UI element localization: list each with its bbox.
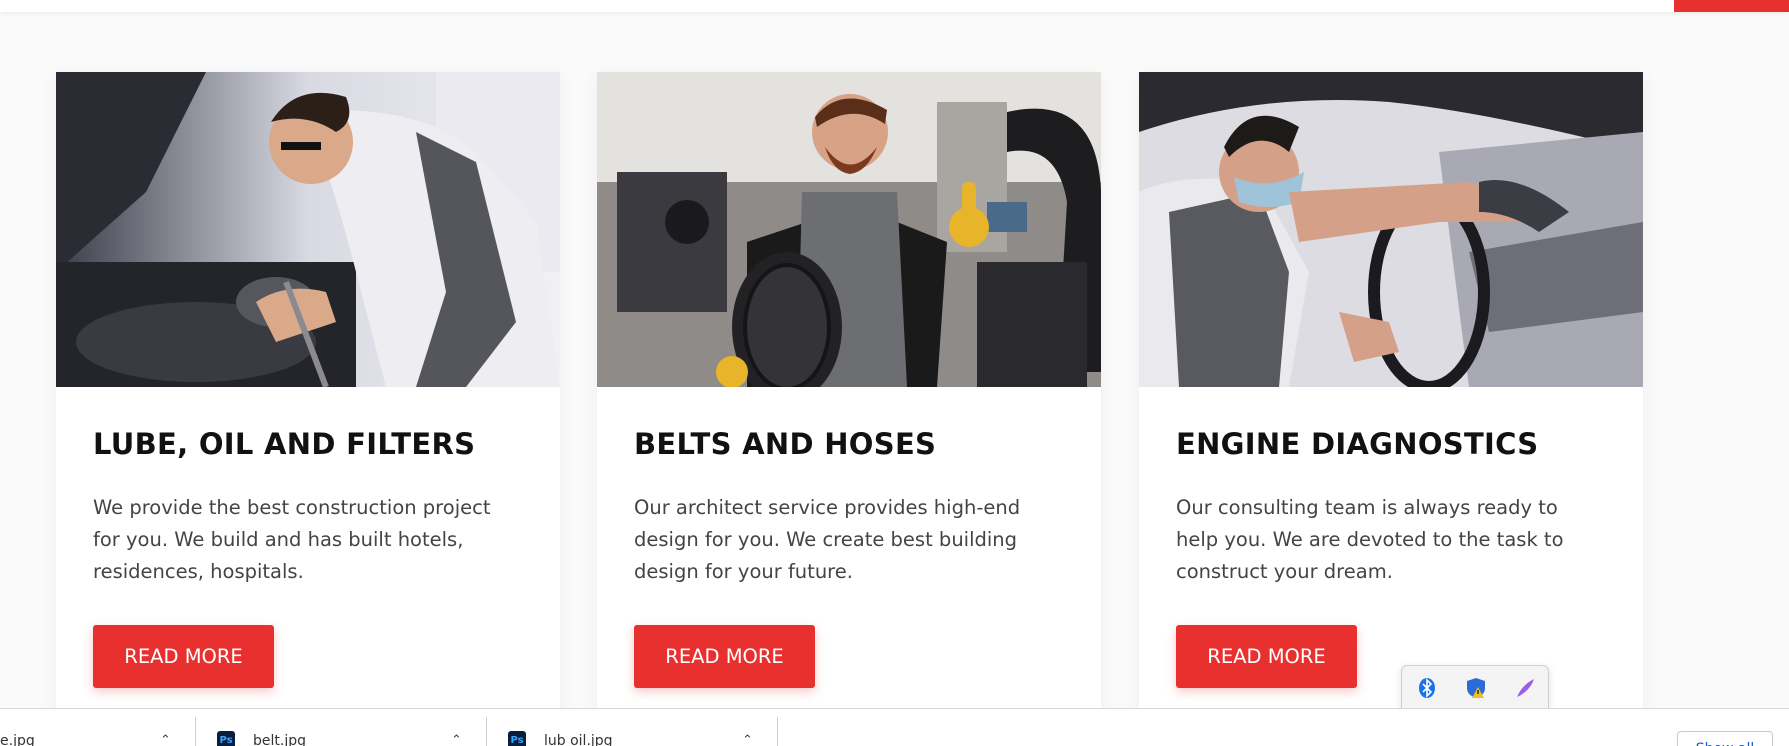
card-image-mechanic-engine xyxy=(56,72,560,387)
service-card-belts: BELTS AND HOSES Our architect service pr… xyxy=(597,72,1101,712)
chevron-up-icon[interactable]: ⌃ xyxy=(742,733,753,746)
security-shield-icon[interactable] xyxy=(1463,675,1489,701)
card-title: BELTS AND HOSES xyxy=(634,427,937,461)
download-item[interactable]: Ps lub oil.jpg xyxy=(508,709,613,746)
download-filename: belt.jpg xyxy=(253,733,306,746)
photoshop-file-icon: Ps xyxy=(508,731,526,746)
pen-feather-icon[interactable] xyxy=(1512,675,1538,701)
chevron-up-icon[interactable]: ⌃ xyxy=(160,733,171,746)
download-filename: e.jpg xyxy=(0,733,35,746)
card-image-mechanic-interior xyxy=(1139,72,1643,387)
divider xyxy=(195,717,196,746)
download-item[interactable]: Ps belt.jpg xyxy=(217,709,306,746)
card-image-mechanic-tire xyxy=(597,72,1101,387)
service-card-engine: ENGINE DIAGNOSTICS Our consulting team i… xyxy=(1139,72,1643,712)
header-red-button[interactable] xyxy=(1674,0,1789,12)
service-card-lube: LUBE, OIL AND FILTERS We provide the bes… xyxy=(56,72,560,712)
read-more-button[interactable]: READ MORE xyxy=(634,625,815,688)
read-more-button[interactable]: READ MORE xyxy=(1176,625,1357,688)
card-description: We provide the best construction project… xyxy=(93,496,491,583)
downloads-bar: e.jpg ⌃ Ps belt.jpg ⌃ Ps lub oil.jpg ⌃ S… xyxy=(0,708,1789,746)
card-title: LUBE, OIL AND FILTERS xyxy=(93,427,476,461)
divider xyxy=(777,717,778,746)
download-item[interactable]: e.jpg xyxy=(0,709,35,746)
photoshop-file-icon: Ps xyxy=(217,731,235,746)
card-title: ENGINE DIAGNOSTICS xyxy=(1176,427,1539,461)
card-description: Our consulting team is always ready to h… xyxy=(1176,496,1564,583)
card-description: Our architect service provides high-end … xyxy=(634,496,1021,583)
read-more-button[interactable]: READ MORE xyxy=(93,625,274,688)
chevron-up-icon[interactable]: ⌃ xyxy=(451,733,462,746)
divider xyxy=(486,717,487,746)
bluetooth-icon[interactable] xyxy=(1414,675,1440,701)
header-strip xyxy=(0,0,1789,12)
download-filename: lub oil.jpg xyxy=(544,733,613,746)
show-all-button[interactable]: Show all xyxy=(1677,731,1773,746)
